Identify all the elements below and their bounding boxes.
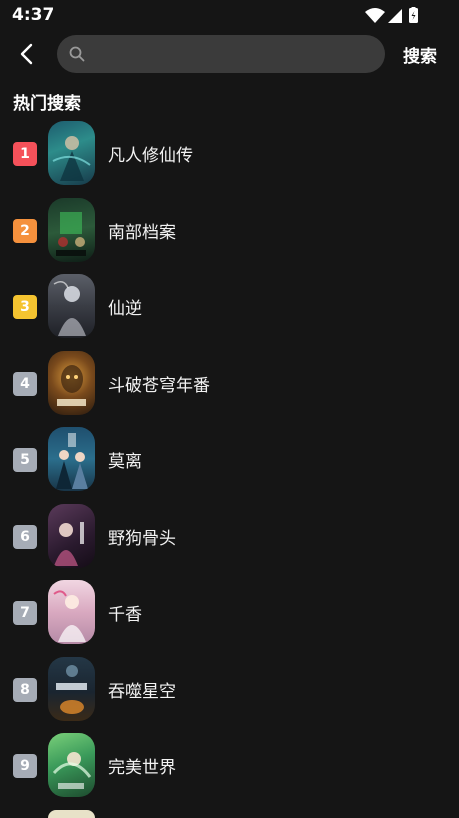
search-header: 搜索 bbox=[0, 34, 459, 74]
item-title: 野狗骨头 bbox=[108, 529, 176, 549]
cover-image[interactable] bbox=[48, 504, 95, 568]
cover-image[interactable] bbox=[48, 427, 95, 491]
item-title: 千香 bbox=[108, 605, 142, 625]
rank-badge: 8 bbox=[13, 678, 37, 702]
item-title: 吞噬星空 bbox=[108, 682, 176, 702]
rank-badge: 5 bbox=[13, 448, 37, 472]
rank-badge: 4 bbox=[13, 372, 37, 396]
search-icon bbox=[69, 46, 85, 62]
cover-image[interactable] bbox=[48, 657, 95, 721]
status-bar: 4:37 bbox=[0, 0, 459, 30]
cover-image[interactable] bbox=[48, 198, 95, 262]
hot-item-2[interactable]: 2 南部档案 bbox=[0, 198, 459, 264]
rank-badge: 2 bbox=[13, 219, 37, 243]
signal-icon bbox=[388, 9, 402, 23]
rank-badge: 3 bbox=[13, 295, 37, 319]
section-title-hot-search: 热门搜索 bbox=[13, 94, 81, 114]
status-icons bbox=[365, 7, 418, 23]
cover-image[interactable] bbox=[48, 351, 95, 415]
cover-image[interactable] bbox=[48, 733, 95, 797]
item-title: 仙逆 bbox=[108, 299, 142, 319]
rank-badge: 6 bbox=[13, 525, 37, 549]
cover-image[interactable] bbox=[48, 810, 95, 818]
status-time: 4:37 bbox=[12, 5, 55, 25]
back-arrow-icon bbox=[20, 43, 33, 65]
hot-item-5[interactable]: 5 莫离 bbox=[0, 427, 459, 493]
search-box[interactable] bbox=[57, 35, 385, 73]
hot-item-9[interactable]: 9 完美世界 bbox=[0, 733, 459, 799]
search-input[interactable] bbox=[91, 35, 371, 73]
item-title: 完美世界 bbox=[108, 758, 176, 778]
hot-item-1[interactable]: 1 凡人修仙传 bbox=[0, 121, 459, 187]
rank-badge: 1 bbox=[13, 142, 37, 166]
hot-item-4[interactable]: 4 斗破苍穹年番 bbox=[0, 351, 459, 417]
hot-item-6[interactable]: 6 野狗骨头 bbox=[0, 504, 459, 570]
rank-badge: 7 bbox=[13, 601, 37, 625]
hot-item-8[interactable]: 8 吞噬星空 bbox=[0, 657, 459, 723]
hot-item-7[interactable]: 7 千香 bbox=[0, 580, 459, 646]
cover-image[interactable] bbox=[48, 580, 95, 644]
rank-badge: 9 bbox=[13, 754, 37, 778]
cover-image[interactable] bbox=[48, 121, 95, 185]
battery-icon bbox=[409, 7, 418, 23]
cover-image[interactable] bbox=[48, 274, 95, 338]
item-title: 莫离 bbox=[108, 452, 142, 472]
search-button[interactable]: 搜索 bbox=[403, 42, 437, 67]
wifi-icon bbox=[365, 8, 385, 23]
hot-item-3[interactable]: 3 仙逆 bbox=[0, 274, 459, 340]
item-title: 南部档案 bbox=[108, 223, 176, 243]
item-title: 斗破苍穹年番 bbox=[108, 376, 210, 396]
hot-item-10-partial[interactable] bbox=[0, 810, 459, 818]
back-button[interactable] bbox=[12, 40, 40, 68]
item-title: 凡人修仙传 bbox=[108, 146, 193, 166]
